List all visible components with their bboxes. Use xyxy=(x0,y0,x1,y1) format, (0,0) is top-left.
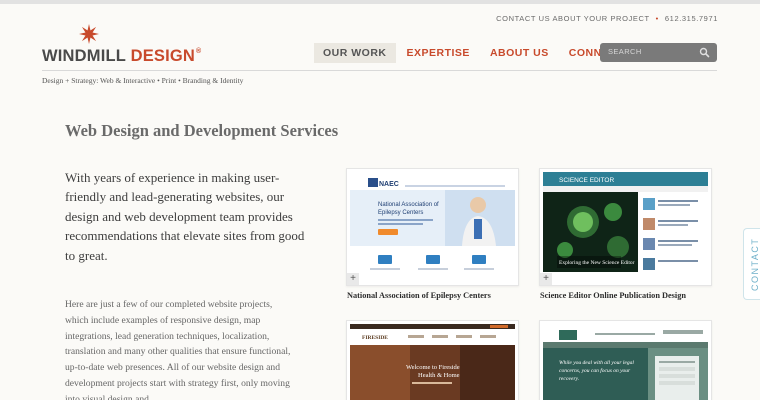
header-divider xyxy=(42,70,717,71)
search-placeholder: SEARCH xyxy=(608,47,642,56)
utility-separator: • xyxy=(655,14,659,23)
intro-lead: With years of experience in making user-… xyxy=(65,170,305,263)
legal-site-screenshot: While you deal with all your legal conce… xyxy=(543,324,708,400)
portfolio-caption-naec[interactable]: National Association of Epilepsy Centers xyxy=(347,291,491,300)
portfolio-thumbnail: NAEC National Association of Epilepsy Ce… xyxy=(350,172,515,280)
main-nav: OUR WORK EXPERTISE ABOUT US CONNECT xyxy=(314,43,635,63)
portfolio-card-legal[interactable]: While you deal with all your legal conce… xyxy=(539,320,712,400)
portfolio-card-fireside[interactable]: FIRESIDE Welcome to Fireside Health & Ho… xyxy=(346,320,519,400)
top-border xyxy=(0,0,760,4)
page-title: Web Design and Development Services xyxy=(65,121,339,140)
utility-bar: CONTACT US ABOUT YOUR PROJECT • 612.315.79… xyxy=(496,14,718,23)
contact-tab-label: CONTACT xyxy=(750,237,760,291)
logo[interactable]: WINDMILL DESIGN® xyxy=(42,24,201,65)
portfolio-caption-science-editor[interactable]: Science Editor Online Publication Design xyxy=(540,291,686,300)
thumb-headline-science-editor: Exploring the New Science Editor xyxy=(559,260,635,266)
logo-wordmark: WINDMILL DESIGN® xyxy=(42,48,201,65)
portfolio-thumbnail: While you deal with all your legal conce… xyxy=(543,324,708,400)
logo-word-design: DESIGN xyxy=(130,47,196,65)
expand-button[interactable]: + xyxy=(347,273,359,285)
windmill-icon xyxy=(79,24,99,44)
science-editor-site-screenshot: SCIENCE EDITOR Exploring the New Science… xyxy=(543,172,708,280)
nav-about-us[interactable]: ABOUT US xyxy=(481,43,558,63)
nav-our-work[interactable]: OUR WORK xyxy=(314,43,396,63)
thumb-logo-science-editor: SCIENCE EDITOR xyxy=(559,177,614,184)
logo-word-windmill: WINDMILL xyxy=(42,47,126,65)
contact-tab[interactable]: CONTACT xyxy=(743,228,760,300)
portfolio-card-naec[interactable]: NAEC National Association of Epilepsy Ce… xyxy=(346,168,519,286)
fireside-site-screenshot: FIRESIDE Welcome to Fireside Health & Ho… xyxy=(350,324,515,400)
search-input[interactable]: SEARCH xyxy=(600,43,717,62)
portfolio-thumbnail: SCIENCE EDITOR Exploring the New Science… xyxy=(543,172,708,280)
tagline: Design + Strategy: Web & Interactive • P… xyxy=(42,76,244,85)
contact-link[interactable]: CONTACT US ABOUT YOUR PROJECT xyxy=(496,14,650,23)
thumb-logo-naec: NAEC xyxy=(379,181,399,188)
naec-site-screenshot: NAEC National Association of Epilepsy Ce… xyxy=(350,172,515,280)
nav-expertise[interactable]: EXPERTISE xyxy=(398,43,479,63)
thumb-logo-fireside: FIRESIDE xyxy=(362,335,388,341)
registered-mark: ® xyxy=(196,48,202,55)
portfolio-thumbnail: FIRESIDE Welcome to Fireside Health & Ho… xyxy=(350,324,515,400)
portfolio-card-science-editor[interactable]: SCIENCE EDITOR Exploring the New Science… xyxy=(539,168,712,286)
expand-button[interactable]: + xyxy=(540,273,552,285)
search-icon[interactable] xyxy=(699,47,710,58)
intro-body: Here are just a few of our completed web… xyxy=(65,299,291,400)
phone-number[interactable]: 612.315.7971 xyxy=(665,14,718,23)
